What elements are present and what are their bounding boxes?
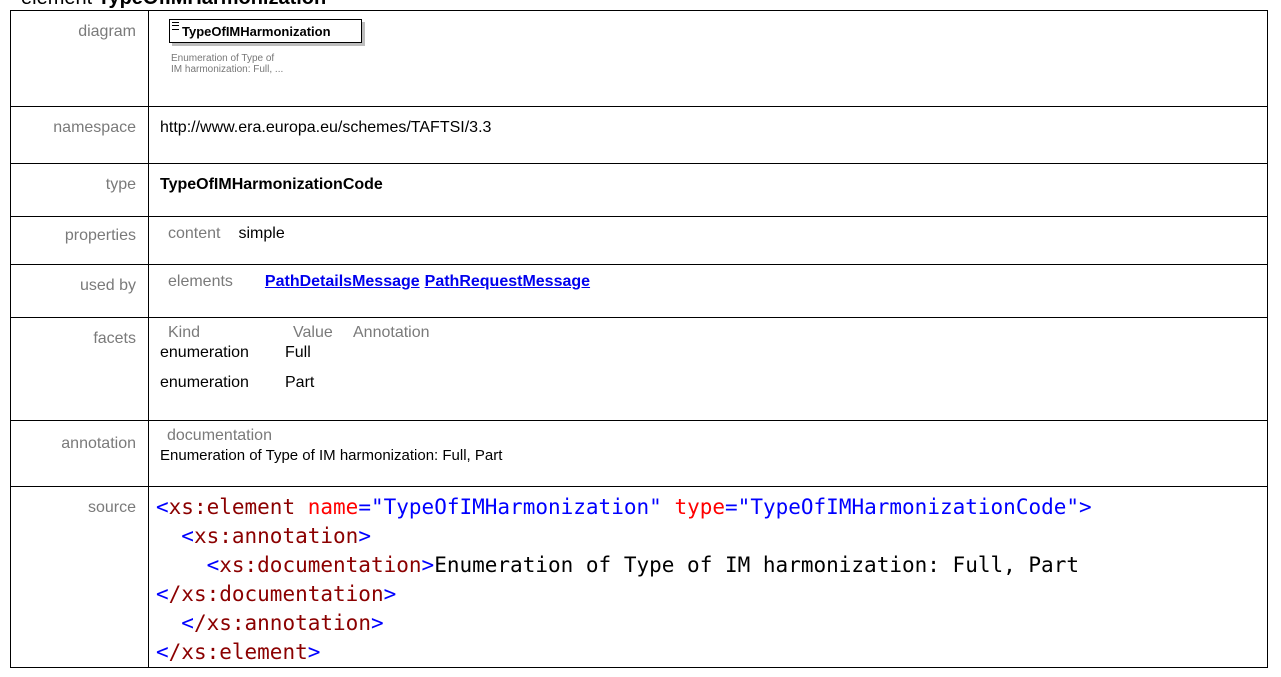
row-used-by: used by elements PathDetailsMessage PathR… <box>10 264 1268 318</box>
xml-element-close: /xs:element <box>168 640 308 664</box>
row-annotation: annotation documentation Enumeration of … <box>10 420 1268 487</box>
row-type: type TypeOfIMHarmonizationCode <box>10 163 1268 217</box>
label-type: type <box>10 163 149 217</box>
xml-documentation-text: Enumeration of Type of IM harmonization:… <box>434 553 1079 577</box>
facet-row: enumeration Full <box>160 342 1267 364</box>
used-by-cell: elements PathDetailsMessage PathRequestMe… <box>148 264 1268 318</box>
facet-kind: enumeration <box>160 344 249 361</box>
annotation-documentation-label: documentation <box>167 427 272 444</box>
heading-prefix: element <box>21 0 98 9</box>
annotation-cell: documentation Enumeration of Type of IM … <box>148 420 1268 487</box>
facet-row: enumeration Part <box>160 372 1267 394</box>
label-diagram: diagram <box>10 10 149 107</box>
row-diagram: diagram TypeOfIMHarmonization Enumeratio… <box>10 10 1268 107</box>
facet-value: Part <box>285 374 315 391</box>
properties-content-label: content <box>168 225 221 242</box>
row-namespace: namespace http://www.era.europa.eu/schem… <box>10 106 1268 164</box>
facet-value: Full <box>285 344 311 361</box>
diagram-element-box[interactable]: TypeOfIMHarmonization <box>169 19 362 43</box>
source-cell: <xs:element name="TypeOfIMHarmonization"… <box>148 486 1268 668</box>
page-heading: element TypeOfIMHarmonization <box>21 0 326 10</box>
diagram-element-name: TypeOfIMHarmonization <box>182 24 331 39</box>
link-path-details-message[interactable]: PathDetailsMessage <box>265 273 420 290</box>
facets-header-value: Value <box>293 324 333 341</box>
xml-annotation-close: /xs:annotation <box>193 611 371 635</box>
row-source: source <xs:element name="TypeOfIMHarmoni… <box>10 486 1268 668</box>
label-used-by: used by <box>10 264 149 318</box>
facets-header-kind: Kind <box>168 324 201 341</box>
link-path-request-message[interactable]: PathRequestMessage <box>425 273 590 290</box>
facets-cell: Kind Value Annotation enumeration Full e… <box>148 317 1268 421</box>
diagram-canvas: TypeOfIMHarmonization Enumeration of Typ… <box>149 11 1267 106</box>
namespace-value: http://www.era.europa.eu/schemes/TAFTSI/… <box>148 106 1268 164</box>
label-namespace: namespace <box>10 106 149 164</box>
xml-source-code: <xs:element name="TypeOfIMHarmonization"… <box>156 495 1092 664</box>
diagram-cell: TypeOfIMHarmonization Enumeration of Typ… <box>148 10 1268 107</box>
facets-header: Kind Value Annotation <box>160 324 1267 342</box>
label-properties: properties <box>10 216 149 265</box>
label-facets: facets <box>10 317 149 421</box>
xml-attr-type: type <box>674 495 726 519</box>
xml-attr-name-value: "TypeOfIMHarmonization" <box>370 495 662 519</box>
diagram-caption-line2: IM harmonization: Full, ... <box>171 64 284 75</box>
used-by-elements-label: elements <box>168 273 233 290</box>
properties-cell: content simple <box>148 216 1268 265</box>
facets-header-annotation: Annotation <box>353 324 430 341</box>
diagram-caption-line1: Enumeration of Type of <box>171 53 275 64</box>
diagram-caption: Enumeration of Type of IM harmonization:… <box>171 53 341 75</box>
xml-attr-type-value: "TypeOfIMHarmonizationCode" <box>737 495 1080 519</box>
type-value: TypeOfIMHarmonizationCode <box>148 163 1268 217</box>
heading-element-name: TypeOfIMHarmonization <box>98 0 327 9</box>
label-source: source <box>10 486 149 668</box>
annotation-documentation-text: Enumeration of Type of IM harmonization:… <box>160 447 503 464</box>
element-annotation-icon <box>172 22 179 30</box>
facet-kind: enumeration <box>160 374 249 391</box>
row-properties: properties content simple <box>10 216 1268 265</box>
row-facets: facets Kind Value Annotation enumeration… <box>10 317 1268 421</box>
properties-content-value: simple <box>238 225 285 242</box>
xml-documentation-close: /xs:documentation <box>168 582 384 606</box>
xml-attr-name: name <box>307 495 359 519</box>
xml-documentation-tag: xs:documentation <box>219 553 422 577</box>
xml-element-tag: xs:element <box>168 495 296 519</box>
xml-annotation-tag: xs:annotation <box>193 524 359 548</box>
element-doc-table: diagram TypeOfIMHarmonization Enumeratio… <box>10 10 1268 668</box>
label-annotation: annotation <box>10 420 149 487</box>
